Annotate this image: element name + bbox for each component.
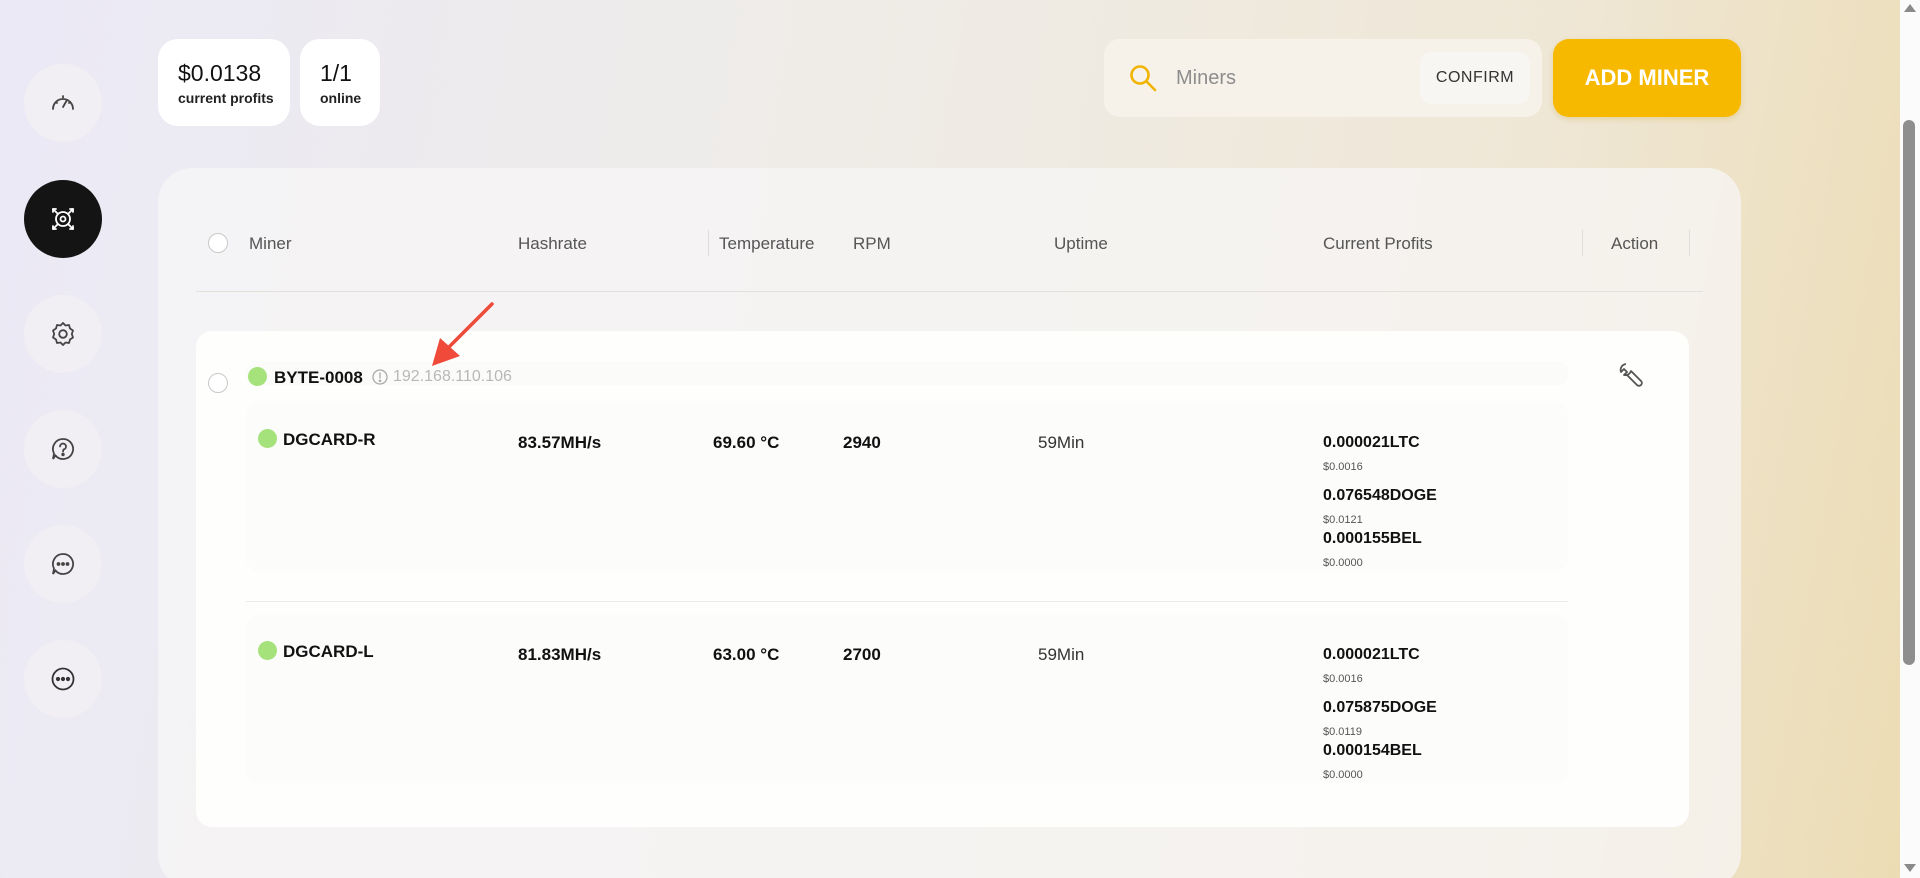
stat-value: $0.0138 (178, 60, 262, 86)
miner-chip-icon (52, 208, 74, 230)
device-temperature: 69.60 °C (713, 433, 780, 452)
device-uptime: 59Min (1038, 645, 1085, 664)
sidebar-item-miners[interactable] (24, 180, 102, 258)
sidebar-item-dashboard[interactable] (24, 64, 102, 142)
profit-bel: 0.000154BEL (1323, 742, 1422, 759)
device-rpm: 2700 (843, 645, 881, 664)
add-miner-button[interactable]: ADD MINER (1553, 39, 1741, 117)
device-hashrate: 83.57MH/s (518, 433, 602, 452)
chat-icon (52, 553, 74, 575)
sidebar-item-settings[interactable] (24, 295, 102, 373)
stat-current-profits: $0.0138 current profits (158, 39, 290, 126)
header-hashrate: Hashrate (518, 234, 587, 253)
help-chat-icon (52, 438, 74, 460)
header-divider (708, 230, 709, 256)
row-divider (246, 601, 1568, 602)
profit-ltc-usd: $0.0016 (1323, 673, 1363, 685)
profit-bel: 0.000155BEL (1323, 530, 1422, 547)
profit-bel-usd: $0.0000 (1323, 769, 1363, 781)
speedometer-icon (52, 95, 74, 110)
miner-group-card: BYTE-0008 192.168.110.106 DGCARD-R 83.57… (196, 331, 1689, 827)
header-uptime: Uptime (1054, 234, 1108, 253)
profit-doge: 0.075875DOGE (1323, 699, 1437, 716)
device-name: DGCARD-L (283, 642, 374, 661)
info-icon[interactable] (371, 368, 389, 386)
search-bar: CONFIRM (1104, 39, 1542, 117)
status-dot-online (258, 429, 277, 448)
header-current-profits: Current Profits (1323, 234, 1433, 253)
gear-icon (52, 322, 74, 346)
profit-doge-usd: $0.0119 (1323, 726, 1362, 738)
stat-value: 1/1 (320, 60, 352, 86)
profit-doge-usd: $0.0121 (1323, 514, 1363, 526)
header-temperature: Temperature (719, 234, 815, 253)
wrench-icon[interactable] (1617, 361, 1645, 389)
status-dot-online (248, 367, 267, 386)
scrollbar-thumb[interactable] (1903, 120, 1915, 665)
profit-ltc: 0.000021LTC (1323, 434, 1420, 451)
more-icon (51, 667, 75, 691)
profit-bel-usd: $0.0000 (1323, 557, 1363, 569)
stat-online: 1/1 online (300, 39, 380, 126)
stat-label: online (320, 90, 362, 106)
miners-panel: Miner Hashrate Temperature RPM Uptime Cu… (158, 168, 1741, 878)
search-input[interactable] (1176, 59, 1396, 97)
sidebar-item-more[interactable] (24, 640, 102, 718)
scroll-down-arrow-icon[interactable] (1904, 864, 1916, 872)
sidebar-item-help[interactable] (24, 410, 102, 488)
header-divider-line (196, 291, 1703, 292)
select-all-checkbox[interactable] (208, 233, 228, 253)
header-rpm: RPM (853, 234, 891, 253)
miner-ip-address: 192.168.110.106 (393, 368, 512, 385)
status-dot-online (258, 641, 277, 660)
device-temperature: 63.00 °C (713, 645, 780, 664)
header-divider (1582, 230, 1583, 256)
device-rpm: 2940 (843, 433, 881, 452)
confirm-button[interactable]: CONFIRM (1420, 52, 1530, 104)
scroll-up-arrow-icon[interactable] (1904, 4, 1916, 12)
sidebar-item-messages[interactable] (24, 525, 102, 603)
miner-name[interactable]: BYTE-0008 (274, 368, 363, 388)
profit-ltc-usd: $0.0016 (1323, 461, 1363, 473)
header-miner: Miner (249, 234, 292, 253)
device-name: DGCARD-R (283, 430, 376, 449)
device-uptime: 59Min (1038, 433, 1085, 452)
device-hashrate: 81.83MH/s (518, 645, 602, 664)
header-action: Action (1611, 234, 1659, 253)
table-header: Miner Hashrate Temperature RPM Uptime Cu… (158, 168, 1741, 292)
header-divider (1689, 230, 1690, 256)
search-icon (1130, 65, 1157, 92)
stat-label: current profits (178, 90, 274, 106)
profit-doge: 0.076548DOGE (1323, 487, 1437, 504)
profit-ltc: 0.000021LTC (1323, 646, 1420, 663)
row-checkbox[interactable] (208, 373, 228, 393)
